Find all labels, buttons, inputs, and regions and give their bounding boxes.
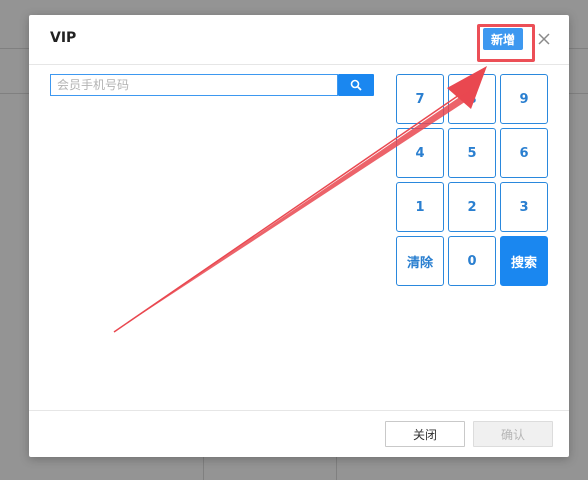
key-4[interactable]: 4 bbox=[396, 128, 444, 178]
key-2[interactable]: 2 bbox=[448, 182, 496, 232]
vip-dialog: VIP 新增 7 8 9 4 5 6 1 2 3 清除 0 搜索 关闭 确认 bbox=[29, 15, 569, 457]
clear-key[interactable]: 清除 bbox=[396, 236, 444, 286]
keypad-search-key[interactable]: 搜索 bbox=[500, 236, 548, 286]
key-7[interactable]: 7 bbox=[396, 74, 444, 124]
dialog-footer: 关闭 确认 bbox=[29, 410, 569, 457]
dialog-header: VIP 新增 bbox=[29, 15, 569, 65]
key-3[interactable]: 3 bbox=[500, 182, 548, 232]
key-0[interactable]: 0 bbox=[448, 236, 496, 286]
member-phone-input[interactable] bbox=[50, 74, 338, 96]
key-5[interactable]: 5 bbox=[448, 128, 496, 178]
add-member-button[interactable]: 新增 bbox=[483, 28, 523, 50]
search-icon bbox=[350, 79, 362, 91]
key-8[interactable]: 8 bbox=[448, 74, 496, 124]
key-9[interactable]: 9 bbox=[500, 74, 548, 124]
dialog-title: VIP bbox=[50, 30, 77, 46]
key-1[interactable]: 1 bbox=[396, 182, 444, 232]
close-button[interactable]: 关闭 bbox=[385, 421, 465, 447]
close-icon[interactable] bbox=[536, 31, 552, 47]
confirm-button[interactable]: 确认 bbox=[473, 421, 553, 447]
search-button[interactable] bbox=[338, 74, 374, 96]
key-6[interactable]: 6 bbox=[500, 128, 548, 178]
